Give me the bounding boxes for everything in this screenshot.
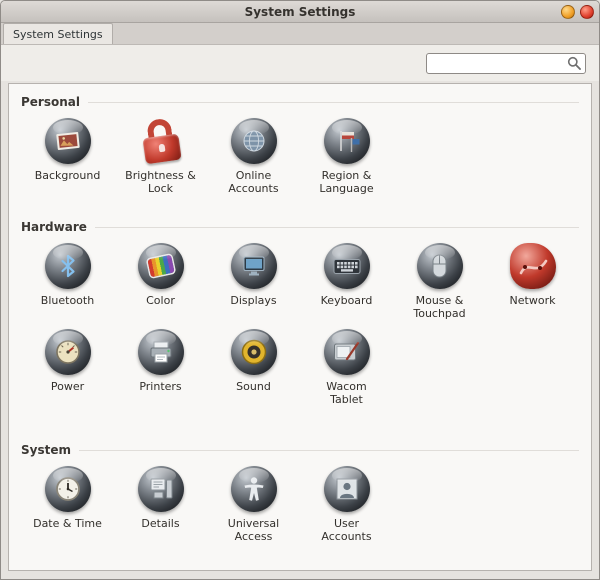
item-label: Displays: [230, 294, 277, 307]
settings-item-brightness-lock[interactable]: Brightness & Lock: [114, 117, 207, 195]
brightness-lock-icon: [138, 117, 184, 165]
item-label: Printers: [139, 380, 182, 393]
item-label: Background: [34, 169, 101, 182]
network-icon: [509, 243, 556, 289]
breadcrumb-system-settings[interactable]: System Settings: [3, 23, 113, 44]
section-divider: [88, 101, 579, 103]
close-button[interactable]: [580, 5, 594, 19]
settings-item-details[interactable]: Details: [114, 466, 207, 543]
section-header-hardware: Hardware: [21, 220, 579, 234]
section-title: Hardware: [21, 220, 87, 234]
item-label: Wacom Tablet: [326, 380, 367, 406]
titlebar[interactable]: System Settings: [1, 1, 599, 23]
item-label: Color: [146, 294, 175, 307]
settings-item-date-time[interactable]: Date & Time: [21, 466, 114, 543]
item-label: Region & Language: [319, 169, 374, 195]
item-label: Mouse & Touchpad: [413, 294, 466, 320]
item-label: Sound: [236, 380, 271, 393]
settings-item-printers[interactable]: Printers: [114, 329, 207, 406]
section-title: System: [21, 443, 71, 457]
keyboard-icon: [323, 243, 370, 289]
date-time-icon: [44, 466, 91, 512]
settings-item-bluetooth[interactable]: Bluetooth: [21, 243, 114, 320]
settings-item-region-language[interactable]: Region & Language: [300, 118, 393, 195]
minimize-button[interactable]: [561, 5, 575, 19]
wacom-tablet-icon: [323, 329, 370, 375]
section-header-personal: Personal: [21, 95, 579, 109]
online-accounts-icon: [230, 118, 277, 164]
section-title: Personal: [21, 95, 80, 109]
region-language-icon: [323, 118, 370, 164]
settings-item-keyboard[interactable]: Keyboard: [300, 243, 393, 320]
settings-item-network[interactable]: Network: [486, 243, 579, 320]
item-label: Power: [50, 380, 85, 393]
settings-item-power[interactable]: Power: [21, 329, 114, 406]
settings-item-sound[interactable]: Sound: [207, 329, 300, 406]
details-icon: [137, 466, 184, 512]
section-header-system: System: [21, 443, 579, 457]
sound-icon: [230, 329, 277, 375]
search-input[interactable]: [433, 56, 567, 70]
system-settings-window: System Settings System Settings Personal: [0, 0, 600, 580]
item-label: Date & Time: [33, 517, 102, 530]
power-icon: [44, 329, 91, 375]
item-label: Keyboard: [320, 294, 373, 307]
settings-panel: Personal Background Brightness & Lock On…: [8, 83, 592, 571]
window-buttons: [561, 5, 594, 19]
section-personal: Personal Background Brightness & Lock On…: [21, 95, 579, 204]
printers-icon: [137, 329, 184, 375]
window-title: System Settings: [244, 4, 356, 19]
item-label: Network: [509, 294, 556, 307]
settings-item-background[interactable]: Background: [21, 118, 114, 195]
settings-item-user-accounts[interactable]: User Accounts: [300, 466, 393, 543]
bluetooth-icon: [44, 243, 91, 289]
item-label: Online Accounts: [228, 169, 279, 195]
item-label: Brightness & Lock: [125, 169, 196, 195]
section-divider: [94, 226, 579, 228]
settings-item-online-accounts[interactable]: Online Accounts: [207, 118, 300, 195]
displays-icon: [230, 243, 277, 289]
section-system: System Date & Time Details Universal Acc…: [21, 443, 579, 552]
hardware-grid: Bluetooth Color Displays Keyboard Mouse …: [21, 243, 579, 415]
color-icon: [137, 243, 184, 289]
settings-item-universal-access[interactable]: Universal Access: [207, 466, 300, 543]
settings-item-wacom-tablet[interactable]: Wacom Tablet: [300, 329, 393, 406]
item-label: Universal Access: [227, 517, 280, 543]
item-label: Details: [141, 517, 180, 530]
universal-access-icon: [230, 466, 277, 512]
user-accounts-icon: [323, 466, 370, 512]
mouse-touchpad-icon: [416, 243, 463, 289]
item-label: User Accounts: [321, 517, 372, 543]
settings-item-mouse-touchpad[interactable]: Mouse & Touchpad: [393, 243, 486, 320]
system-grid: Date & Time Details Universal Access Use…: [21, 466, 579, 552]
section-hardware: Hardware Bluetooth Color Displays Keyboa…: [21, 220, 579, 415]
search-icon: [567, 56, 581, 70]
personal-grid: Background Brightness & Lock Online Acco…: [21, 117, 579, 204]
section-divider: [79, 449, 579, 451]
background-icon: [44, 118, 91, 164]
breadcrumb-bar: System Settings: [1, 23, 599, 45]
settings-item-displays[interactable]: Displays: [207, 243, 300, 320]
toolbar: [1, 45, 599, 81]
item-label: Bluetooth: [40, 294, 95, 307]
settings-item-color[interactable]: Color: [114, 243, 207, 320]
search-entry[interactable]: [426, 52, 586, 74]
